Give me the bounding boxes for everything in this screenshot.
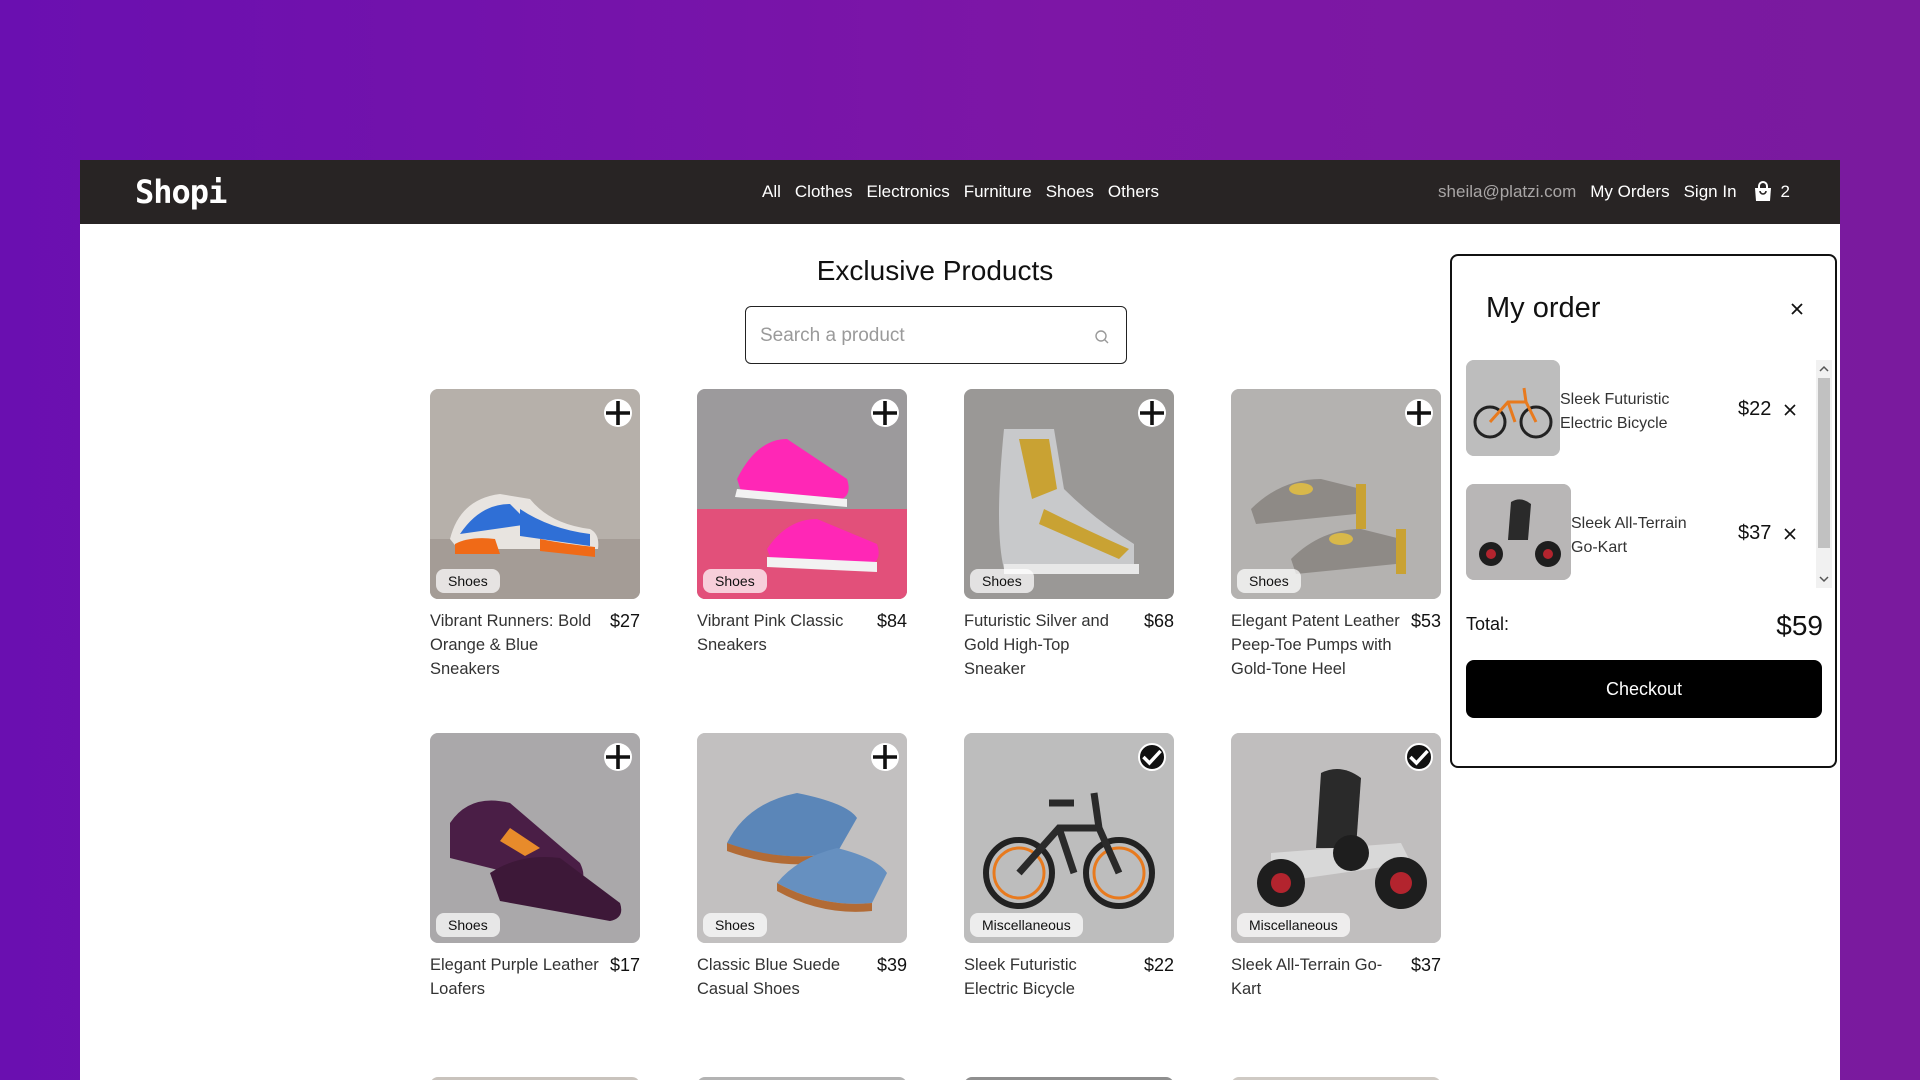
- product-price: $39: [876, 955, 907, 975]
- search-box: [745, 306, 1127, 364]
- bicycle-thumbnail-icon: [1466, 360, 1560, 456]
- product-image[interactable]: Shoes: [964, 389, 1174, 599]
- user-email: sheila@platzi.com: [1438, 182, 1577, 201]
- product-card[interactable]: Miscellaneous Sleek All-Terrain Go-Kart …: [1231, 733, 1441, 1023]
- check-icon: [1409, 749, 1429, 766]
- checkout-button[interactable]: Checkout: [1466, 660, 1822, 718]
- plus-icon: [873, 401, 897, 425]
- nav-electronics[interactable]: Electronics: [867, 182, 950, 202]
- order-list: Sleek Futuristic Electric Bicycle $22 Sl…: [1466, 360, 1822, 588]
- cart-button[interactable]: 2: [1751, 180, 1790, 204]
- order-title: My order: [1486, 292, 1601, 324]
- shopping-bag-icon: [1754, 181, 1771, 201]
- product-card[interactable]: Shoes Elegant Patent Leather Peep-Toe Pu…: [1231, 389, 1441, 679]
- close-icon[interactable]: [1786, 298, 1808, 320]
- product-image[interactable]: Shoes: [430, 389, 640, 599]
- category-badge: Shoes: [436, 569, 500, 593]
- order-item-thumbnail: [1466, 484, 1571, 580]
- nav-others[interactable]: Others: [1108, 182, 1159, 202]
- nav-furniture[interactable]: Furniture: [964, 182, 1032, 202]
- product-name: Elegant Patent Leather Peep-Toe Pumps wi…: [1231, 612, 1400, 678]
- product-name: Sleek All-Terrain Go-Kart: [1231, 956, 1383, 998]
- plus-icon: [606, 745, 630, 769]
- product-price: $22: [1143, 955, 1174, 975]
- product-price: $68: [1143, 611, 1174, 631]
- category-badge: Shoes: [1237, 569, 1301, 593]
- total-label: Total:: [1466, 614, 1510, 634]
- account-nav: sheila@platzi.com My Orders Sign In 2: [1438, 160, 1790, 224]
- chevron-down-icon[interactable]: [1818, 572, 1830, 586]
- product-price: $53: [1410, 611, 1441, 631]
- category-nav: All Clothes Electronics Furniture Shoes …: [762, 160, 1159, 224]
- order-item-name: Sleek Futuristic Electric Bicycle: [1560, 391, 1670, 432]
- order-item: Sleek Futuristic Electric Bicycle $22: [1466, 360, 1806, 456]
- scroll-thumb[interactable]: [1818, 378, 1830, 548]
- add-to-cart-button[interactable]: [871, 399, 899, 427]
- category-badge: Shoes: [970, 569, 1034, 593]
- plus-icon: [606, 401, 630, 425]
- category-badge: Shoes: [436, 913, 500, 937]
- go-kart-thumbnail-icon: [1466, 484, 1571, 580]
- check-icon: [1142, 749, 1162, 766]
- add-to-cart-button[interactable]: [1405, 399, 1433, 427]
- product-name: Vibrant Pink Classic Sneakers: [697, 612, 844, 654]
- remove-item-icon[interactable]: [1782, 526, 1798, 542]
- add-to-cart-button[interactable]: [871, 743, 899, 771]
- remove-item-icon[interactable]: [1782, 402, 1798, 418]
- order-item: Sleek All-Terrain Go-Kart $37: [1466, 484, 1806, 580]
- category-badge: Miscellaneous: [970, 913, 1083, 937]
- order-item-price: $37: [1738, 522, 1772, 544]
- search-icon: [1095, 330, 1109, 344]
- my-order-panel: My order Sleek Futuristic Electric Bicyc…: [1450, 254, 1837, 768]
- add-to-cart-button[interactable]: [604, 399, 632, 427]
- product-image[interactable]: Shoes: [697, 733, 907, 943]
- product-name: Vibrant Runners: Bold Orange & Blue Snea…: [430, 612, 592, 678]
- category-badge: Shoes: [703, 913, 767, 937]
- order-item-price: $22: [1738, 398, 1772, 420]
- plus-icon: [1140, 401, 1164, 425]
- plus-icon: [873, 745, 897, 769]
- my-orders-link[interactable]: My Orders: [1590, 182, 1669, 202]
- product-card[interactable]: Shoes Elegant Purple Leather Loafers $17: [430, 733, 640, 1023]
- product-card[interactable]: Shoes Classic Blue Suede Casual Shoes $3…: [697, 733, 907, 1023]
- product-image[interactable]: Shoes: [430, 733, 640, 943]
- product-card[interactable]: Shoes Futuristic Silver and Gold High-To…: [964, 389, 1174, 679]
- total-value: $59: [1776, 610, 1823, 641]
- nav-all[interactable]: All: [762, 182, 781, 202]
- brand-logo[interactable]: Shopi: [135, 173, 227, 211]
- product-card[interactable]: Shoes Vibrant Runners: Bold Orange & Blu…: [430, 389, 640, 679]
- product-card[interactable]: Miscellaneous Sleek Futuristic Electric …: [964, 733, 1174, 1023]
- add-to-cart-button[interactable]: [604, 743, 632, 771]
- product-name: Classic Blue Suede Casual Shoes: [697, 956, 841, 998]
- product-name: Sleek Futuristic Electric Bicycle: [964, 956, 1077, 998]
- sign-in-link[interactable]: Sign In: [1684, 182, 1737, 202]
- product-name: Futuristic Silver and Gold High-Top Snea…: [964, 612, 1109, 678]
- category-badge: Shoes: [703, 569, 767, 593]
- product-name: Elegant Purple Leather Loafers: [430, 956, 599, 998]
- app-window: Shopi All Clothes Electronics Furniture …: [80, 160, 1840, 1080]
- add-to-cart-button[interactable]: [1138, 399, 1166, 427]
- nav-shoes[interactable]: Shoes: [1046, 182, 1094, 202]
- product-price: $27: [609, 611, 640, 631]
- search-input[interactable]: [760, 321, 1080, 351]
- added-to-cart-check[interactable]: [1405, 743, 1433, 771]
- cart-count: 2: [1780, 182, 1790, 201]
- nav-clothes[interactable]: Clothes: [795, 182, 853, 202]
- product-image[interactable]: Shoes: [1231, 389, 1441, 599]
- product-image[interactable]: Miscellaneous: [964, 733, 1174, 943]
- product-price: $84: [876, 611, 907, 631]
- category-badge: Miscellaneous: [1237, 913, 1350, 937]
- product-price: $17: [609, 955, 640, 975]
- added-to-cart-check[interactable]: [1138, 743, 1166, 771]
- product-image[interactable]: Miscellaneous: [1231, 733, 1441, 943]
- plus-icon: [1407, 401, 1431, 425]
- product-image[interactable]: Shoes: [697, 389, 907, 599]
- product-price: $37: [1410, 955, 1441, 975]
- order-item-name: Sleek All-Terrain Go-Kart: [1571, 515, 1687, 556]
- order-list-scrollbar[interactable]: [1816, 360, 1832, 588]
- order-item-thumbnail: [1466, 360, 1560, 456]
- product-card[interactable]: Shoes Vibrant Pink Classic Sneakers $84: [697, 389, 907, 679]
- navbar: Shopi All Clothes Electronics Furniture …: [80, 160, 1840, 224]
- chevron-up-icon[interactable]: [1818, 362, 1830, 376]
